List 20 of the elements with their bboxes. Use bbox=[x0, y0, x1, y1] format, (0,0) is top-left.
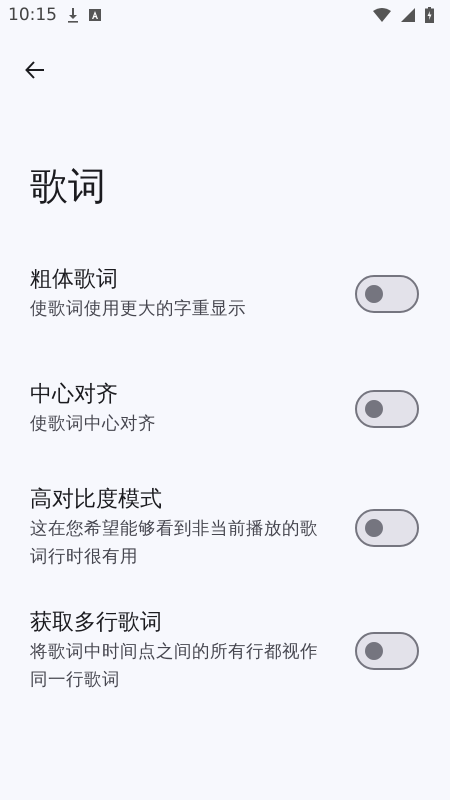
signal-icon bbox=[401, 8, 415, 22]
setting-title: 高对比度模式 bbox=[30, 486, 163, 514]
back-arrow-icon bbox=[24, 59, 46, 81]
setting-title: 获取多行歌词 bbox=[30, 609, 163, 637]
wifi-icon bbox=[373, 8, 391, 22]
setting-summary: 使歌词中心对齐 bbox=[30, 413, 157, 436]
setting-title: 粗体歌词 bbox=[30, 266, 119, 294]
download-icon bbox=[67, 7, 79, 23]
setting-title: 中心对齐 bbox=[30, 381, 119, 409]
notification-icon bbox=[89, 9, 101, 21]
page-title: 歌词 bbox=[30, 163, 107, 210]
toggle-switch[interactable] bbox=[355, 390, 419, 428]
setting-summary: 这在您希望能够看到非当前播放的歌词行时很有用 bbox=[30, 518, 319, 569]
status-time: 10:15 bbox=[8, 5, 57, 25]
toggle-switch[interactable] bbox=[355, 632, 419, 670]
battery-icon bbox=[425, 7, 434, 23]
toggle-switch[interactable] bbox=[355, 275, 419, 313]
setting-summary: 将歌词中时间点之间的所有行都视作同一行歌词 bbox=[30, 641, 319, 692]
toggle-switch[interactable] bbox=[355, 509, 419, 547]
setting-summary: 使歌词使用更大的字重显示 bbox=[30, 298, 247, 321]
